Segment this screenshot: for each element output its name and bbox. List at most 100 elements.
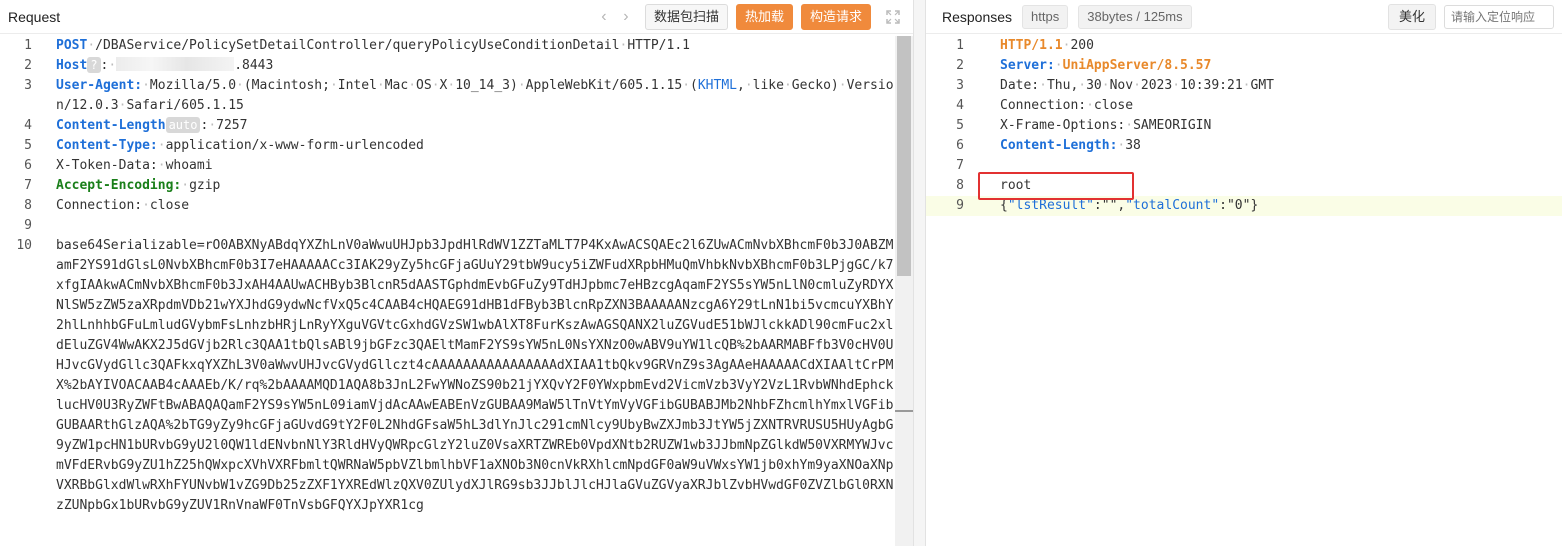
- header-key: Content-Length:: [1000, 138, 1118, 153]
- line-code: User-Agent:·Mozilla/5.0·(Macintosh;·Inte…: [40, 76, 895, 116]
- request-line-6: 6 X-Token-Data:·whoami: [0, 156, 895, 176]
- code-text: .8443: [234, 58, 274, 73]
- line-number: 2: [956, 58, 964, 73]
- whitespace-marker: ·: [1242, 78, 1251, 93]
- whitespace-marker: ·: [1172, 78, 1181, 93]
- code-text: 10_14_3): [455, 78, 518, 93]
- request-line-7: 7 Accept-Encoding:·gzip: [0, 176, 895, 196]
- response-editor[interactable]: 1 HTTP/1.1·200 2 Server:·UniAppServer/8.5.5…: [926, 36, 1562, 546]
- code-text: (Macintosh;: [243, 78, 330, 93]
- request-line-4: 4 Content-Length auto:·7257: [0, 116, 895, 136]
- request-scroll-thumb[interactable]: [897, 36, 911, 276]
- line-code: Content-Length:·38: [972, 136, 1562, 156]
- line-number: 1: [24, 38, 32, 53]
- whitespace-marker: ·: [1101, 78, 1110, 93]
- request-pane: Request ‹ › 数据包扫描 热加载 构造请求 1 POST·/DBASer…: [0, 0, 914, 546]
- code-text: 38: [1125, 138, 1141, 153]
- code-text: Connection:: [1000, 98, 1087, 113]
- code-text: like: [752, 78, 784, 93]
- line-code: Date:·Thu,·30·Nov·2023·10:39:21·GMT: [972, 76, 1562, 96]
- line-number: 2: [24, 58, 32, 73]
- request-header: Request ‹ › 数据包扫描 热加载 构造请求: [0, 0, 913, 34]
- whitespace-marker: ·: [682, 78, 691, 93]
- code-text: 2023: [1140, 78, 1173, 93]
- line-number: 8: [956, 178, 964, 193]
- response-line-4: 4 Connection:·close: [926, 96, 1562, 116]
- line-code: Host?:· .8443: [40, 56, 895, 76]
- header-key: Content-Type:: [56, 138, 158, 153]
- whitespace-marker: ·: [447, 78, 456, 93]
- header-key: Server:: [1000, 58, 1055, 73]
- hot-load-button[interactable]: 热加载: [735, 3, 793, 30]
- line-number: 3: [24, 78, 32, 93]
- line-number: 4: [956, 98, 964, 113]
- whitespace-marker: ·: [838, 78, 847, 93]
- line-code: X-Frame-Options:·SAMEORIGIN: [972, 116, 1562, 136]
- header-key: Host: [56, 58, 88, 73]
- code-text: base64Serializable=rO0ABXNyABdqYXZhLnV0a…: [56, 238, 894, 513]
- badge: auto: [165, 117, 201, 133]
- request-line-5: 5 Content-Type:·application/x-www-form-ur…: [0, 136, 895, 156]
- code-text: Intel: [337, 78, 377, 93]
- status-token: UniAppServer/8.5.57: [1062, 58, 1212, 73]
- code-text: "": [1101, 198, 1118, 213]
- code-text: whoami: [165, 158, 213, 173]
- header-key: User-Agent:: [56, 78, 143, 93]
- line-code: Content-Length auto:·7257: [40, 116, 895, 136]
- line-number: 3: [956, 78, 964, 93]
- request-line-2: 2 Host?:· .8443: [0, 56, 895, 76]
- line-code: Accept-Encoding:·gzip: [40, 176, 895, 196]
- request-scrollbar[interactable]: [895, 36, 913, 546]
- forward-arrow-icon[interactable]: ›: [615, 8, 637, 26]
- back-arrow-icon[interactable]: ‹: [593, 8, 615, 26]
- whitespace-marker: ·: [1133, 78, 1141, 93]
- code-text: ,: [736, 78, 745, 93]
- whitespace-marker: ·: [329, 78, 338, 93]
- line-number: 9: [24, 218, 32, 233]
- whitespace-marker: ·: [376, 78, 385, 93]
- code-text: X-Token-Data:: [56, 158, 158, 173]
- expand-icon[interactable]: [885, 9, 901, 25]
- code-text: Safari/605.1.15: [126, 98, 244, 113]
- response-line-5: 5 X-Frame-Options:·SAMEORIGIN: [926, 116, 1562, 136]
- badge: ?: [87, 57, 101, 73]
- code-text: 10:39:21: [1180, 78, 1243, 93]
- response-header: Responses https 38bytes / 125ms 美化: [926, 0, 1562, 34]
- code-text: GMT: [1250, 78, 1274, 93]
- code-text: Mozilla/5.0: [149, 78, 237, 93]
- code-text: Gecko): [791, 78, 839, 93]
- line-number: 6: [24, 158, 32, 173]
- whitespace-marker: ·: [236, 78, 244, 93]
- whitespace-marker: ·: [87, 38, 96, 53]
- whitespace-marker: ·: [744, 78, 753, 93]
- response-line-3: 3 Date:·Thu,·30·Nov·2023·10:39:21·GMT: [926, 76, 1562, 96]
- code-text: X-Frame-Options:: [1000, 118, 1126, 133]
- whitespace-marker: ·: [157, 158, 166, 173]
- code-text: application/x-www-form-urlencoded: [165, 138, 424, 153]
- token: KHTML: [697, 78, 737, 93]
- response-pane: Responses https 38bytes / 125ms 美化 1 HTTP…: [925, 0, 1562, 546]
- beautify-button[interactable]: 美化: [1387, 3, 1436, 30]
- pane-splitter[interactable]: [914, 0, 925, 546]
- line-number: 1: [956, 38, 964, 53]
- request-editor[interactable]: 1 POST·/DBAService/PolicySetDetailControl…: [0, 36, 895, 546]
- line-number: 7: [24, 178, 32, 193]
- locate-response-input[interactable]: [1444, 4, 1554, 29]
- scan-button[interactable]: 数据包扫描: [644, 3, 728, 30]
- whitespace-marker: ·: [1078, 78, 1087, 93]
- whitespace-marker: ·: [783, 78, 792, 93]
- request-title: Request: [8, 8, 61, 25]
- code-text: HTTP/1.1: [627, 38, 690, 53]
- code-text: SAMEORIGIN: [1133, 118, 1212, 133]
- status-token: HTTP/1.1: [1000, 38, 1063, 53]
- whitespace-marker: ·: [142, 78, 150, 93]
- code-text: {: [1000, 198, 1008, 213]
- code-text: Mac: [384, 78, 409, 93]
- line-number: 5: [24, 138, 32, 153]
- header-key: Content-Length: [56, 118, 166, 133]
- build-request-button[interactable]: 构造请求: [800, 3, 871, 30]
- whitespace-marker: ·: [142, 198, 150, 213]
- line-number: 7: [956, 158, 964, 173]
- line-code: Server:·UniAppServer/8.5.57: [972, 56, 1562, 76]
